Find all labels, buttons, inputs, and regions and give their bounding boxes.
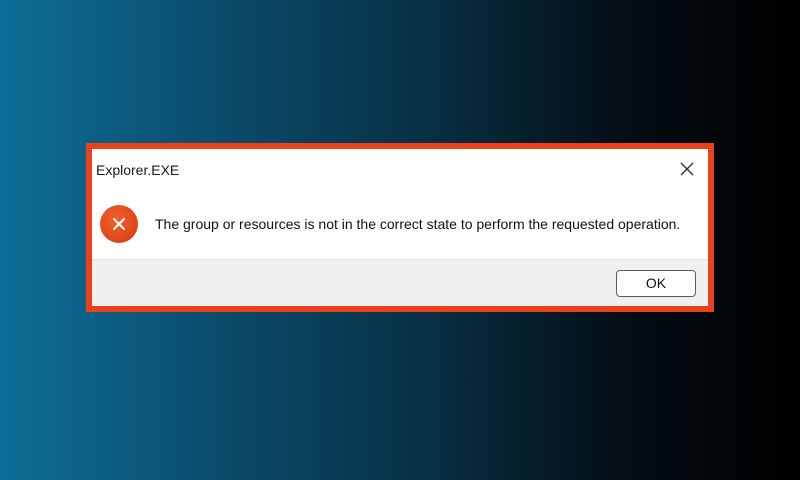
- highlight-frame: Explorer.EXE The group or resources is n…: [86, 143, 714, 312]
- error-icon: [100, 205, 138, 243]
- ok-button[interactable]: OK: [616, 269, 696, 297]
- dialog-title: Explorer.EXE: [96, 162, 180, 178]
- close-button[interactable]: [672, 154, 702, 184]
- message-area: The group or resources is not in the cor…: [92, 189, 708, 259]
- close-icon: [680, 162, 694, 176]
- button-bar: OK: [92, 259, 708, 306]
- error-dialog: Explorer.EXE The group or resources is n…: [92, 149, 708, 306]
- error-message: The group or resources is not in the cor…: [155, 216, 681, 232]
- dialog-title-bar: Explorer.EXE: [92, 149, 708, 189]
